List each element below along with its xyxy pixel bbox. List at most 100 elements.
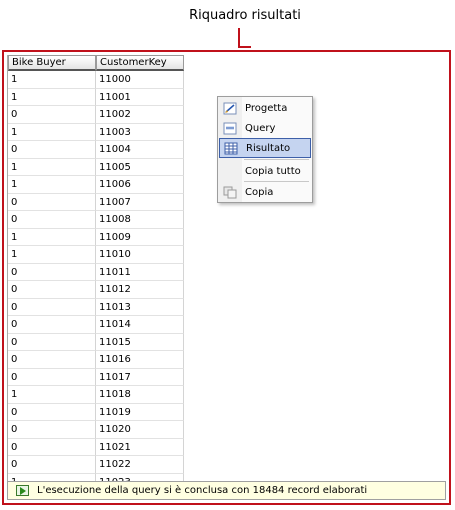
cell-bike-buyer[interactable]: 1 <box>8 123 96 141</box>
table-row[interactable]: 0 11002 <box>8 106 184 124</box>
cell-bike-buyer[interactable]: 0 <box>8 456 96 474</box>
cell-bike-buyer[interactable]: 0 <box>8 316 96 334</box>
cell-customerkey[interactable]: 11003 <box>96 123 184 141</box>
cell-customerkey[interactable]: 11012 <box>96 281 184 299</box>
menu-item-progetta[interactable]: Progetta <box>219 98 311 118</box>
table-row[interactable]: 0 11011 <box>8 263 184 281</box>
table-row[interactable]: 0 11008 <box>8 211 184 229</box>
table-row[interactable]: 0 11016 <box>8 351 184 369</box>
cell-customerkey[interactable]: 11007 <box>96 193 184 211</box>
table-row[interactable]: 0 11007 <box>8 193 184 211</box>
result-grid-icon <box>224 142 238 154</box>
table-row[interactable]: 0 11020 <box>8 421 184 439</box>
cell-bike-buyer[interactable]: 0 <box>8 403 96 421</box>
cell-customerkey[interactable]: 11005 <box>96 158 184 176</box>
cell-bike-buyer[interactable]: 0 <box>8 281 96 299</box>
results-pane: Bike Buyer CustomerKey 1 11000 1 11001 0 1100… <box>2 50 451 505</box>
table-row[interactable]: 1 11006 <box>8 176 184 194</box>
menu-item-query[interactable]: Query <box>219 118 311 138</box>
menu-item-copia[interactable]: Copia <box>219 182 311 202</box>
cell-customerkey[interactable]: 11022 <box>96 456 184 474</box>
callout-line <box>238 28 240 48</box>
table-row[interactable]: 1 11000 <box>8 71 184 89</box>
table-row[interactable]: 0 11022 <box>8 456 184 474</box>
cell-customerkey[interactable]: 11021 <box>96 438 184 456</box>
table-row[interactable]: 1 11005 <box>8 158 184 176</box>
sql-icon <box>223 122 237 134</box>
cell-bike-buyer[interactable]: 1 <box>8 71 96 89</box>
cell-bike-buyer[interactable]: 0 <box>8 141 96 159</box>
cell-customerkey[interactable]: 11014 <box>96 316 184 334</box>
menu-item-label: Risultato <box>246 142 291 154</box>
cell-customerkey[interactable]: 11002 <box>96 106 184 124</box>
cell-customerkey[interactable]: 11018 <box>96 386 184 404</box>
cell-customerkey[interactable]: 11023 <box>96 473 184 481</box>
table-row[interactable]: 0 11013 <box>8 298 184 316</box>
menu-item-label: Copia <box>245 186 274 198</box>
cell-customerkey[interactable]: 11013 <box>96 298 184 316</box>
cell-bike-buyer[interactable]: 1 <box>8 386 96 404</box>
cell-customerkey[interactable]: 11019 <box>96 403 184 421</box>
table-row[interactable]: 0 11012 <box>8 281 184 299</box>
status-bar: L'esecuzione della query si è conclusa c… <box>7 481 446 500</box>
cell-bike-buyer[interactable]: 0 <box>8 438 96 456</box>
cell-bike-buyer[interactable]: 0 <box>8 368 96 386</box>
table-row[interactable]: 1 11009 <box>8 228 184 246</box>
menu-separator <box>244 159 309 160</box>
table-row[interactable]: 0 11014 <box>8 316 184 334</box>
cell-customerkey[interactable]: 11004 <box>96 141 184 159</box>
cell-bike-buyer[interactable]: 1 <box>8 158 96 176</box>
copy-icon <box>223 186 237 198</box>
cell-bike-buyer[interactable]: 1 <box>8 473 96 481</box>
cell-customerkey[interactable]: 11020 <box>96 421 184 439</box>
cell-bike-buyer[interactable]: 1 <box>8 246 96 264</box>
menu-item-label: Progetta <box>245 102 288 114</box>
menu-item-label: Copia tutto <box>245 165 301 177</box>
cell-bike-buyer[interactable]: 0 <box>8 421 96 439</box>
callout-line <box>238 46 251 48</box>
table-row[interactable]: 0 11019 <box>8 403 184 421</box>
results-grid-area: Bike Buyer CustomerKey 1 11000 1 11001 0 1100… <box>4 52 449 503</box>
cell-customerkey[interactable]: 11017 <box>96 368 184 386</box>
results-grid[interactable]: Bike Buyer CustomerKey 1 11000 1 11001 0 1100… <box>7 55 184 481</box>
cell-bike-buyer[interactable]: 0 <box>8 263 96 281</box>
cell-bike-buyer[interactable]: 0 <box>8 211 96 229</box>
table-row[interactable]: 0 11021 <box>8 438 184 456</box>
table-row[interactable]: 1 11003 <box>8 123 184 141</box>
context-menu: Progetta Query Risultato Copia tutto Cop… <box>217 96 313 203</box>
table-row[interactable]: 1 11018 <box>8 386 184 404</box>
caption: Riquadro risultati <box>189 8 301 23</box>
table-row[interactable]: 111023 <box>8 473 184 481</box>
menu-item-label: Query <box>245 122 276 134</box>
cell-customerkey[interactable]: 11000 <box>96 71 184 89</box>
cell-bike-buyer[interactable]: 1 <box>8 176 96 194</box>
cell-customerkey[interactable]: 11010 <box>96 246 184 264</box>
menu-item-risultato[interactable]: Risultato <box>219 138 311 158</box>
table-row[interactable]: 1 11010 <box>8 246 184 264</box>
grid-body: 1 11000 1 11001 0 11002 1 11003 0 11004 1 11005 1 110… <box>8 71 184 481</box>
column-header-bike-buyer[interactable]: Bike Buyer <box>8 55 96 71</box>
cell-customerkey[interactable]: 11016 <box>96 351 184 369</box>
cell-bike-buyer[interactable]: 0 <box>8 298 96 316</box>
cell-bike-buyer[interactable]: 1 <box>8 88 96 106</box>
cell-customerkey[interactable]: 11001 <box>96 88 184 106</box>
menu-item-copia-tutto[interactable]: Copia tutto <box>219 161 311 181</box>
cell-bike-buyer[interactable]: 1 <box>8 228 96 246</box>
status-text: L'esecuzione della query si è conclusa c… <box>37 485 368 496</box>
table-row[interactable]: 1 11001 <box>8 88 184 106</box>
cell-bike-buyer[interactable]: 0 <box>8 333 96 351</box>
cell-customerkey[interactable]: 11006 <box>96 176 184 194</box>
table-row[interactable]: 0 11017 <box>8 368 184 386</box>
table-row[interactable]: 0 11004 <box>8 141 184 159</box>
cell-bike-buyer[interactable]: 0 <box>8 351 96 369</box>
cell-customerkey[interactable]: 11011 <box>96 263 184 281</box>
table-row[interactable]: 0 11015 <box>8 333 184 351</box>
design-icon <box>223 102 237 114</box>
column-header-customerkey[interactable]: CustomerKey <box>96 55 184 71</box>
cell-customerkey[interactable]: 11009 <box>96 228 184 246</box>
cell-bike-buyer[interactable]: 0 <box>8 193 96 211</box>
empty-icon <box>223 165 237 178</box>
cell-customerkey[interactable]: 11015 <box>96 333 184 351</box>
cell-customerkey[interactable]: 11008 <box>96 211 184 229</box>
cell-bike-buyer[interactable]: 0 <box>8 106 96 124</box>
